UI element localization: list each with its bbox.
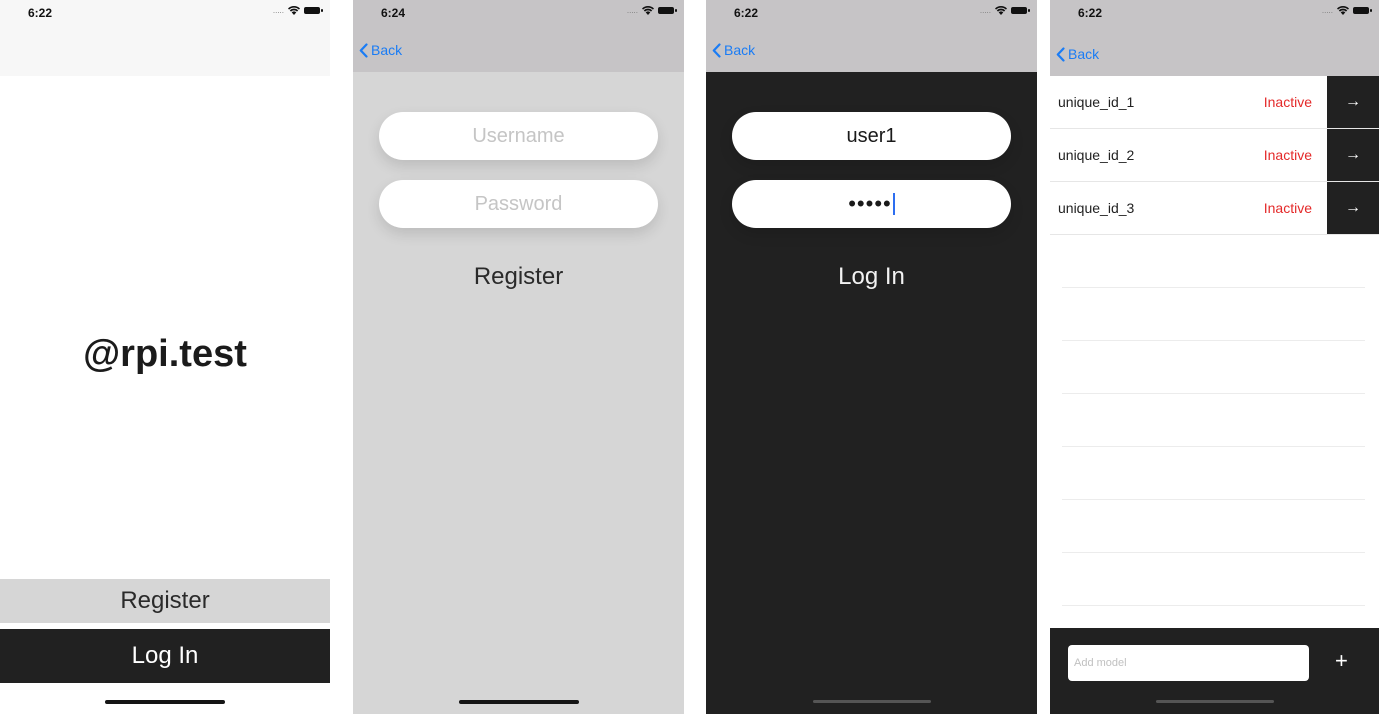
model-id: unique_id_2 (1058, 147, 1135, 163)
models-screen: Back 6:22 ..... unique_id_1 Inactive → u… (1050, 0, 1379, 714)
status-icons: ..... (272, 6, 323, 15)
home-indicator[interactable] (458, 700, 579, 704)
model-status: Inactive (1263, 200, 1312, 216)
login-screen: Back 6:22 ..... user1 ••••• Log In (706, 0, 1037, 714)
chevron-left-icon (1056, 46, 1065, 62)
register-screen: Back 6:24 ..... Username Password Regist… (353, 0, 684, 714)
signal-dots: ..... (626, 6, 638, 15)
empty-row-separator (1062, 552, 1365, 553)
empty-row-separator (1062, 605, 1365, 606)
password-value: ••••• (848, 191, 892, 216)
password-field[interactable]: Password (379, 180, 658, 228)
back-label: Back (371, 42, 403, 58)
empty-row-separator (1062, 340, 1365, 341)
register-button[interactable]: Register (0, 579, 330, 623)
username-placeholder: Username (472, 124, 565, 147)
empty-row-separator (1062, 393, 1365, 394)
battery-icon (658, 7, 677, 14)
empty-row-separator (1062, 446, 1365, 447)
home-indicator[interactable] (812, 700, 931, 703)
username-field[interactable]: user1 (732, 112, 1011, 160)
status-bar: 6:22 ..... (706, 0, 1037, 30)
username-field[interactable]: Username (379, 112, 658, 160)
status-icons: ..... (626, 6, 677, 15)
back-button[interactable]: Back (359, 42, 402, 58)
model-row[interactable]: unique_id_2 Inactive → (1050, 129, 1379, 182)
model-row[interactable]: unique_id_1 Inactive → (1050, 76, 1379, 129)
battery-icon (1353, 7, 1372, 14)
model-id: unique_id_3 (1058, 200, 1135, 216)
empty-row-separator (1062, 287, 1365, 288)
wifi-icon (1337, 6, 1349, 15)
username-value: user1 (846, 124, 897, 147)
model-id: unique_id_1 (1058, 94, 1135, 110)
password-field[interactable]: ••••• (732, 180, 1011, 228)
status-icons: ..... (1321, 6, 1372, 15)
wifi-icon (288, 6, 300, 15)
login-submit-button[interactable]: Log In (706, 263, 1037, 291)
back-label: Back (1068, 46, 1100, 62)
status-time: 6:22 (28, 6, 53, 20)
status-time: 6:24 (381, 6, 406, 20)
home-indicator[interactable] (105, 700, 225, 704)
wifi-icon (995, 6, 1007, 15)
signal-dots: ..... (272, 6, 284, 15)
status-time: 6:22 (1078, 6, 1103, 20)
status-bar: 6:22 ..... (1050, 0, 1379, 30)
signal-dots: ..... (1321, 6, 1333, 15)
app-brand: @rpi.test (83, 333, 247, 375)
battery-icon (304, 7, 323, 14)
landing-screen: 6:22 ..... @rpi.test Register Log In (0, 0, 330, 714)
model-status: Inactive (1263, 94, 1312, 110)
back-button[interactable]: Back (712, 42, 755, 58)
chevron-left-icon (359, 42, 368, 58)
status-time: 6:22 (734, 6, 759, 20)
back-label: Back (724, 42, 756, 58)
home-indicator[interactable] (1155, 700, 1274, 703)
password-placeholder: Password (474, 192, 563, 215)
wifi-icon (642, 6, 654, 15)
text-caret (892, 193, 895, 215)
add-model-input[interactable] (1068, 645, 1309, 681)
signal-dots: ..... (979, 6, 991, 15)
battery-icon (1011, 7, 1030, 14)
status-icons: ..... (979, 6, 1030, 15)
login-button[interactable]: Log In (0, 629, 330, 683)
status-bar: 6:24 ..... (353, 0, 684, 30)
arrow-right-icon[interactable]: → (1327, 76, 1379, 128)
arrow-right-icon[interactable]: → (1327, 129, 1379, 181)
arrow-right-icon[interactable]: → (1327, 182, 1379, 234)
status-bar: 6:22 ..... (0, 0, 330, 30)
add-model-bar: + (1050, 628, 1379, 714)
empty-row-separator (1062, 499, 1365, 500)
model-status: Inactive (1263, 147, 1312, 163)
register-submit-button[interactable]: Register (353, 263, 684, 291)
back-button[interactable]: Back (1056, 46, 1099, 62)
plus-icon[interactable]: + (1335, 648, 1348, 674)
chevron-left-icon (712, 42, 721, 58)
model-row[interactable]: unique_id_3 Inactive → (1050, 182, 1379, 235)
